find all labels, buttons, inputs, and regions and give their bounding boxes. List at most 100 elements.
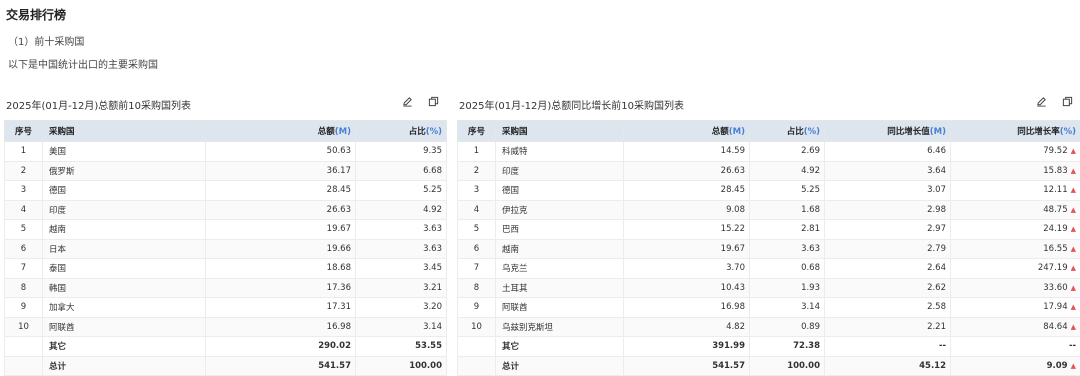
up-arrow-icon: ▲ (1070, 264, 1076, 273)
country-cell: 科威特 (495, 141, 624, 162)
panel-title: 2025年(01月-12月)总额前10采购国列表 (6, 101, 192, 112)
top10-growth-panel: 2025年(01月-12月)总额同比增长前10采购国列表 序号 采购国 总额(M… (457, 92, 1080, 376)
table-row: 3 德国 28.45 5.25 (4, 180, 447, 201)
country-cell: 印度 (495, 160, 624, 181)
total-cell: 26.63 (623, 160, 750, 181)
col-country[interactable]: 采购国 (42, 120, 206, 142)
col-total[interactable]: 总额(M) (623, 120, 750, 142)
total-cell: 290.02 (205, 336, 356, 357)
country-cell: 伊拉克 (495, 199, 624, 220)
col-share[interactable]: 占比(%) (355, 120, 447, 142)
total-cell: 391.99 (623, 336, 750, 357)
col-country[interactable]: 采购国 (495, 120, 624, 142)
rank-cell: 6 (4, 238, 43, 259)
share-cell: 53.55 (355, 336, 447, 357)
rank-cell: 6 (457, 238, 496, 259)
table-row: 6 日本 19.66 3.63 (4, 238, 447, 259)
growth-value-cell: -- (824, 336, 951, 357)
rank-cell: 3 (4, 180, 43, 201)
edit-icon[interactable] (400, 94, 414, 108)
country-cell: 土耳其 (495, 277, 624, 298)
table-row: 4 伊拉克 9.08 1.68 2.98 48.75 ▲ (457, 199, 1080, 220)
section-description: 以下是中国统计出口的主要采购国 (8, 60, 158, 71)
share-cell: 5.25 (355, 180, 447, 201)
up-arrow-icon: ▲ (1070, 283, 1076, 292)
country-cell: 印度 (42, 199, 206, 220)
table-row: 9 阿联酋 16.98 3.14 2.58 17.94 ▲ (457, 297, 1080, 318)
total-cell: 19.67 (623, 238, 750, 259)
growth-rate-cell: 33.60 ▲ (950, 277, 1080, 298)
total-cell: 14.59 (623, 141, 750, 162)
total-cell: 36.17 (205, 160, 356, 181)
top10-total-panel: 2025年(01月-12月)总额前10采购国列表 序号 采购国 总额(M) 占比… (4, 92, 447, 376)
rank-cell: 9 (4, 297, 43, 318)
up-arrow-icon: ▲ (1070, 205, 1076, 214)
table-row: 1 科威特 14.59 2.69 6.46 79.52 ▲ (457, 141, 1080, 162)
table-row: 6 越南 19.67 3.63 2.79 16.55 ▲ (457, 238, 1080, 259)
rank-cell: 8 (457, 277, 496, 298)
country-cell: 德国 (42, 180, 206, 201)
rank-cell: 4 (4, 199, 43, 220)
col-share[interactable]: 占比(%) (749, 120, 825, 142)
unit-label: (M) (728, 127, 745, 137)
share-cell: 3.21 (355, 277, 447, 298)
up-arrow-icon: ▲ (1070, 303, 1076, 312)
growth-rate-cell: 16.55 ▲ (950, 238, 1080, 259)
total-label: 总计 (495, 355, 624, 376)
total-row: 总计 541.57 100.00 (4, 355, 447, 376)
share-cell: 0.89 (749, 316, 825, 337)
total-cell: 28.45 (205, 180, 356, 201)
rank-cell: 7 (457, 258, 496, 279)
share-cell: 4.92 (749, 160, 825, 181)
share-cell: 3.63 (355, 219, 447, 240)
share-cell: 3.63 (355, 238, 447, 259)
share-cell: 3.20 (355, 297, 447, 318)
growth-rate-cell: 15.83 ▲ (950, 160, 1080, 181)
growth-rate-cell: 84.64 ▲ (950, 316, 1080, 337)
table-row: 1 美国 50.63 9.35 (4, 141, 447, 162)
share-cell: 1.93 (749, 277, 825, 298)
table-row: 7 乌克兰 3.70 0.68 2.64 247.19 ▲ (457, 258, 1080, 279)
growth-rate-cell: 9.09 ▲ (950, 355, 1080, 376)
country-cell: 俄罗斯 (42, 160, 206, 181)
share-cell: 72.38 (749, 336, 825, 357)
rank-cell: 9 (457, 297, 496, 318)
panel-header: 2025年(01月-12月)总额前10采购国列表 (4, 92, 446, 120)
total-cell: 17.36 (205, 277, 356, 298)
col-growth-value[interactable]: 同比增长值(M) (824, 120, 951, 142)
growth-rate-cell: 24.19 ▲ (950, 219, 1080, 240)
table-row: 9 加拿大 17.31 3.20 (4, 297, 447, 318)
copy-icon[interactable] (426, 94, 440, 108)
panel-tools (1034, 94, 1074, 108)
rank-cell: 8 (4, 277, 43, 298)
col-rank[interactable]: 序号 (457, 120, 496, 142)
share-cell: 5.25 (749, 180, 825, 201)
growth-value-cell: 45.12 (824, 355, 951, 376)
col-growth-rate[interactable]: 同比增长率(%) (950, 120, 1080, 142)
edit-icon[interactable] (1034, 94, 1048, 108)
total-cell: 541.57 (623, 355, 750, 376)
rank-cell: 1 (4, 141, 43, 162)
growth-rate-cell: 79.52 ▲ (950, 141, 1080, 162)
country-cell: 越南 (42, 219, 206, 240)
rank-cell: 7 (4, 258, 43, 279)
country-cell: 加拿大 (42, 297, 206, 318)
country-cell: 越南 (495, 238, 624, 259)
up-arrow-icon: ▲ (1070, 186, 1076, 195)
country-cell: 德国 (495, 180, 624, 201)
growth-value-cell: 3.07 (824, 180, 951, 201)
rank-cell: 5 (457, 219, 496, 240)
table-row: 10 乌兹别克斯坦 4.82 0.89 2.21 84.64 ▲ (457, 316, 1080, 337)
table-row: 5 巴西 15.22 2.81 2.97 24.19 ▲ (457, 219, 1080, 240)
copy-icon[interactable] (1060, 94, 1074, 108)
col-total[interactable]: 总额(M) (205, 120, 356, 142)
table-row: 2 印度 26.63 4.92 3.64 15.83 ▲ (457, 160, 1080, 181)
section-subtitle: （1）前十采购国 (8, 37, 85, 48)
growth-value-cell: 2.97 (824, 219, 951, 240)
up-arrow-icon: ▲ (1070, 166, 1076, 175)
col-rank[interactable]: 序号 (4, 120, 43, 142)
rank-cell: 1 (457, 141, 496, 162)
share-cell: 2.81 (749, 219, 825, 240)
share-cell: 3.45 (355, 258, 447, 279)
share-cell: 2.69 (749, 141, 825, 162)
